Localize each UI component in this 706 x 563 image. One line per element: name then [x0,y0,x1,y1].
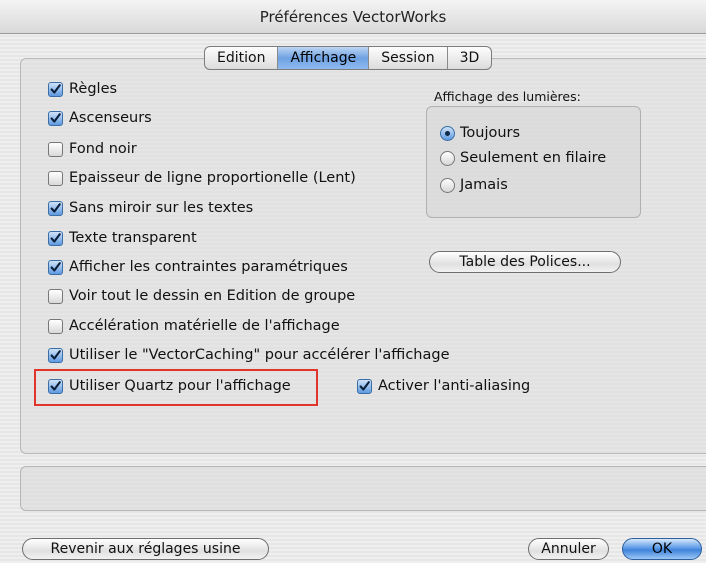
checkmark-icon [50,349,61,360]
option-epaisseur-ligne[interactable]: Epaisseur de ligne proportionelle (Lent) [48,168,356,188]
checkbox[interactable] [48,81,63,97]
radio-label: Seulement en filaire [460,150,607,166]
reset-defaults-button[interactable]: Revenir aux réglages usine [22,538,269,560]
option-label: Fond noir [69,141,137,157]
checkmark-icon [359,380,370,391]
checkmark-icon [50,112,61,123]
option-label: Accélération matérielle de l'affichage [69,318,340,334]
option-edition-groupe[interactable]: Voir tout le dessin en Edition de groupe [48,286,355,306]
option-label: Texte transparent [69,230,197,246]
status-box [20,466,706,511]
radio-label: Jamais [460,177,508,193]
option-label: Voir tout le dessin en Edition de groupe [69,288,356,304]
lights-group-title: Affichage des lumières: [434,89,581,104]
checkbox[interactable] [48,230,63,246]
ok-button[interactable]: OK [622,538,702,560]
option-vectorcaching[interactable]: Utiliser le "VectorCaching" pour accélér… [48,345,450,365]
checkbox[interactable] [357,378,372,394]
checkbox[interactable] [48,259,63,275]
radio-label: Toujours [460,125,521,141]
checkbox[interactable] [48,288,63,304]
tab-session[interactable]: Session [369,47,448,69]
option-label: Ascenseurs [69,110,152,126]
checkmark-icon [50,261,61,272]
radio-jamais[interactable]: Jamais [440,175,508,195]
checkmark-icon [50,202,61,213]
option-sans-miroir[interactable]: Sans miroir sur les textes [48,198,253,218]
radio-dot-icon [445,130,450,136]
option-texte-transparent[interactable]: Texte transparent [48,228,197,248]
tab-3d[interactable]: 3D [448,47,492,69]
checkbox[interactable] [48,347,63,363]
radio-toujours[interactable]: Toujours [440,123,520,143]
option-label: Sans miroir sur les textes [69,200,254,216]
checkbox[interactable] [48,200,63,216]
option-acceleration[interactable]: Accélération matérielle de l'affichage [48,316,340,336]
tab-affichage[interactable]: Affichage [278,47,370,69]
tab-bar: Edition Affichage Session 3D [204,46,493,70]
option-fond-noir[interactable]: Fond noir [48,139,137,159]
tab-edition[interactable]: Edition [205,47,279,69]
window-title: Préférences VectorWorks [0,0,706,34]
radio-button[interactable] [440,150,455,166]
fonts-table-button[interactable]: Table des Polices... [429,251,621,273]
option-label: Règles [69,81,118,97]
option-label: Utiliser le "VectorCaching" pour accélér… [69,347,450,363]
radio-seulement-filaire[interactable]: Seulement en filaire [440,148,606,168]
cancel-button[interactable]: Annuler [528,538,609,560]
option-label: Afficher les contraintes paramétriques [69,259,348,275]
option-label: Epaisseur de ligne proportionelle (Lent) [69,170,356,186]
option-label: Activer l'anti-aliasing [378,378,531,394]
preferences-window: Préférences VectorWorks Edition Affichag… [0,0,706,563]
option-ascenseurs[interactable]: Ascenseurs [48,108,152,128]
checkbox[interactable] [48,318,63,334]
checkbox[interactable] [48,170,63,186]
checkbox[interactable] [48,110,63,126]
option-antialiasing[interactable]: Activer l'anti-aliasing [357,376,530,396]
quartz-highlight-box [34,369,318,406]
radio-button[interactable] [440,125,455,141]
checkbox[interactable] [48,141,63,157]
option-regles[interactable]: Règles [48,79,117,99]
option-contraintes[interactable]: Afficher les contraintes paramétriques [48,257,348,277]
checkmark-icon [50,232,61,243]
radio-button[interactable] [440,177,455,193]
checkmark-icon [50,83,61,94]
